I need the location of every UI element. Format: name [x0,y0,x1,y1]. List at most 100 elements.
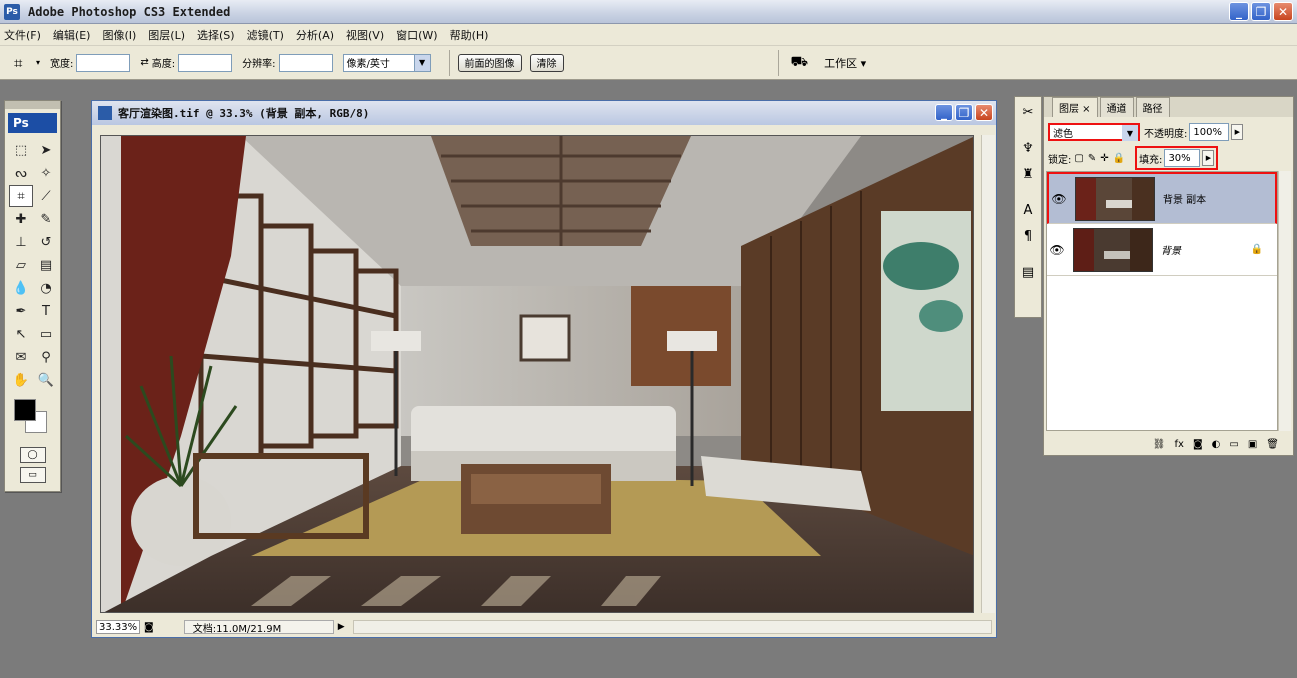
adjustment-layer-icon[interactable]: ◐ [1212,439,1221,450]
screen-mode-button[interactable]: ▭ [19,467,46,483]
resolution-input[interactable] [278,53,333,72]
layer-thumbnail-image [1076,177,1154,220]
fill-input[interactable]: 30% [1164,149,1201,167]
document-titlebar: 客厅渲染图.tif @ 33.3% (背景 副本, RGB/8) _ ❐ ✕ [92,101,996,125]
crop-tool-icon[interactable]: ⌗ [9,185,33,207]
shape-tool-icon[interactable]: ▭ [34,323,58,345]
new-layer-icon[interactable]: ▣ [1248,439,1257,450]
doc-minimize-button[interactable]: _ [935,104,953,121]
lock-position-icon[interactable]: ✛ [1100,153,1108,164]
brushes-icon[interactable]: ♆ [1017,137,1039,159]
status-menu-arrow-icon[interactable]: ▶ [338,622,345,632]
opacity-input[interactable]: 100% [1189,123,1230,141]
move-tool-icon[interactable]: ➤ [34,139,58,161]
chevron-down-icon: ▼ [1122,125,1138,141]
magic-wand-tool-icon[interactable]: ✧ [34,162,58,184]
brush-tool-icon[interactable]: ✎ [34,208,58,230]
healing-brush-tool-icon[interactable]: ✚ [9,208,33,230]
paragraph-icon[interactable]: ¶ [1017,225,1039,247]
menu-image[interactable]: 图像(I) [102,27,136,43]
tab-channels[interactable]: 通道 [1099,97,1134,117]
eye-icon[interactable]: 👁 [1047,243,1067,257]
eye-icon[interactable]: 👁 [1049,192,1069,206]
hand-tool-icon[interactable]: ✋ [9,369,33,391]
clear-button[interactable]: 清除 [529,53,564,72]
maximize-button[interactable]: ❐ [1251,2,1271,21]
menu-analysis[interactable]: 分析(A) [296,27,334,43]
ruler-tool-icon[interactable]: ⚲ [34,346,58,368]
character-icon[interactable]: A [1017,199,1039,221]
eyedropper-tool-icon[interactable]: ⟋ [34,185,58,207]
document-size-info: 文档:11.0M/21.9M [183,620,334,635]
height-input[interactable] [178,53,233,72]
delete-layer-icon[interactable]: 🗑 [1266,439,1279,450]
dodge-tool-icon[interactable]: ◔ [34,277,58,299]
width-input[interactable] [76,53,131,72]
close-button[interactable]: ✕ [1273,2,1293,21]
foreground-color-swatch[interactable] [14,399,36,421]
menu-select[interactable]: 选择(S) [197,27,235,43]
lock-transparency-icon[interactable]: ▢ [1074,153,1083,164]
resolution-unit-select[interactable]: 像素/英寸 ▼ [342,53,431,72]
stamp-tool-icon[interactable]: ⊥ [9,231,33,253]
blur-tool-icon[interactable]: 💧 [9,277,33,299]
front-image-button[interactable]: 前面的图像 [457,53,522,72]
crop-tool-icon[interactable]: ⌗ [14,54,36,72]
swap-icon[interactable]: ⇄ [140,57,148,68]
workspace-menu[interactable]: 工作区 ▾ [824,55,866,71]
quick-mask-button[interactable]: ◯ [19,447,46,463]
photoshop-logo[interactable]: Ps [8,113,57,133]
doc-close-button[interactable]: ✕ [975,104,993,121]
layer-row[interactable]: 👁 背景 副本 [1047,172,1277,224]
layers-scrollbar[interactable] [1278,171,1291,431]
tool-presets-icon[interactable]: ✂ [1017,101,1039,123]
layer-style-icon[interactable]: fx [1175,439,1184,450]
link-layers-icon[interactable]: ⛓ [1153,439,1166,450]
menu-edit[interactable]: 编辑(E) [53,27,91,43]
vertical-scrollbar[interactable] [981,135,995,613]
horizontal-scrollbar[interactable] [352,620,992,634]
bridge-icon[interactable]: ⛟ [791,54,809,72]
doc-maximize-button[interactable]: ❐ [955,104,973,121]
menu-window[interactable]: 窗口(W) [396,27,437,43]
type-tool-icon[interactable]: T [34,300,58,322]
menu-file[interactable]: 文件(F) [4,27,41,43]
zoom-options-icon[interactable]: ◙ [144,622,154,633]
layer-mask-icon[interactable]: ◙ [1193,439,1203,450]
notes-tool-icon[interactable]: ✉ [9,346,33,368]
opacity-slider-arrow-icon[interactable]: ▶ [1231,124,1244,140]
lasso-tool-icon[interactable]: ᔓ [9,162,33,184]
fill-slider-arrow-icon[interactable]: ▶ [1202,150,1215,166]
clone-source-icon[interactable]: ♜ [1017,163,1039,185]
path-select-tool-icon[interactable]: ↖ [9,323,33,345]
gradient-tool-icon[interactable]: ▤ [34,254,58,276]
pen-tool-icon[interactable]: ✒ [9,300,33,322]
tool-preset-chevron-icon[interactable]: ▾ [36,58,40,67]
tab-layers[interactable]: 图层 × [1052,97,1098,117]
window-controls: _ ❐ ✕ [1229,2,1293,21]
divider [448,49,450,76]
new-group-icon[interactable]: ▭ [1229,439,1238,450]
zoom-tool-icon[interactable]: 🔍 [34,369,58,391]
palette-grip[interactable] [5,101,60,109]
lock-image-icon[interactable]: ✎ [1088,153,1096,164]
tab-paths[interactable]: 路径 [1135,97,1170,117]
menu-layer[interactable]: 图层(L) [148,27,185,43]
layer-comps-icon[interactable]: ▤ [1017,261,1039,283]
marquee-tool-icon[interactable]: ⬚ [9,139,33,161]
color-swatches [5,397,60,443]
menu-filter[interactable]: 滤镜(T) [247,27,284,43]
menu-help[interactable]: 帮助(H) [450,27,489,43]
zoom-field[interactable]: 33.33% [96,620,140,634]
blend-mode-select[interactable]: 滤色 ▼ [1048,123,1140,141]
eraser-tool-icon[interactable]: ▱ [9,254,33,276]
layer-thumbnail-image [1074,228,1152,271]
image-canvas[interactable] [100,135,974,613]
layer-row[interactable]: 👁 背景 🔒 [1047,224,1277,276]
lock-all-icon[interactable]: 🔒 [1113,153,1125,164]
minimize-button[interactable]: _ [1229,2,1249,21]
history-brush-tool-icon[interactable]: ↺ [34,231,58,253]
menu-view[interactable]: 视图(V) [346,27,384,43]
blend-mode-value: 滤色 [1053,128,1073,140]
collapsed-panel-dock: ✂ ♆ ♜ A ¶ ▤ [1014,96,1042,318]
